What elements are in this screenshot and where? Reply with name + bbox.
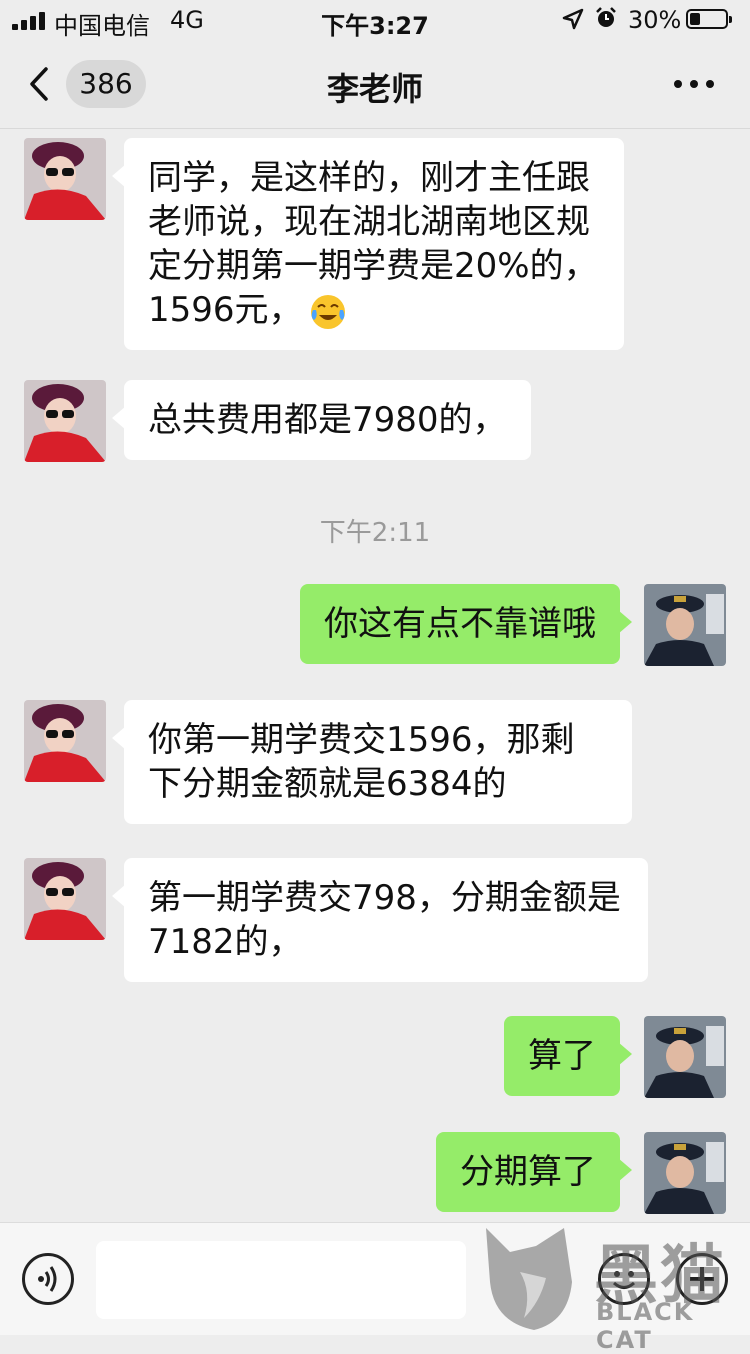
chat-input-bar [0,1222,750,1335]
status-bar: 中国电信 4G 下午3:27 30% [0,0,750,40]
message-timestamp: 下午2:11 [319,518,431,548]
message-text: 你第一期学费交1596，那剩下分期金额就是6384的 [148,720,575,804]
teacher-avatar[interactable] [24,138,106,220]
message-text: 第一期学费交798，分期金额是7182的， [148,878,621,962]
user-avatar[interactable] [644,1132,726,1214]
chat-header: 386 李老师 [0,40,750,129]
teacher-avatar[interactable] [24,858,106,940]
teacher-avatar[interactable] [24,700,106,782]
message-bubble-incoming[interactable]: 同学，是这样的，刚才主任跟老师说，现在湖北湖南地区规定分期第一期学费是20%的，… [112,138,624,350]
alarm-clock-icon [596,7,616,27]
smiley-icon [612,1271,636,1289]
message-bubble-incoming[interactable]: 总共费用都是7980的， [112,380,531,460]
voice-wave-icon [38,1266,57,1292]
user-avatar[interactable] [644,584,726,666]
message-bubble-incoming[interactable]: 你第一期学费交1596，那剩下分期金额就是6384的 [112,700,632,824]
message-input[interactable] [96,1241,466,1319]
message-text: 同学，是这样的，刚才主任跟老师说，现在湖北湖南地区规定分期第一期学费是20%的，… [148,158,598,330]
message-bubble-outgoing[interactable]: 分期算了 [436,1132,632,1212]
voice-input-button[interactable] [22,1253,74,1305]
message-text: 分期算了 [460,1152,596,1192]
more-actions-button[interactable] [676,1253,728,1305]
battery-icon [686,9,732,29]
message-text: 你这有点不靠谱哦 [324,604,596,644]
message-text: 算了 [528,1036,596,1076]
chat-title: 李老师 [326,70,423,108]
location-arrow-icon [562,8,584,30]
more-options-icon[interactable] [674,80,714,90]
user-avatar[interactable] [644,1016,726,1098]
message-bubble-incoming[interactable]: 第一期学费交798，分期金额是7182的， [112,858,648,982]
teacher-avatar[interactable] [24,380,106,462]
message-bubble-outgoing[interactable]: 算了 [504,1016,632,1096]
battery-percentage: 30% [628,6,682,34]
face-with-tears-of-joy-icon [310,294,345,329]
emoji-button[interactable] [598,1253,650,1305]
message-text: 总共费用都是7980的， [148,400,507,440]
message-bubble-outgoing[interactable]: 你这有点不靠谱哦 [300,584,632,664]
